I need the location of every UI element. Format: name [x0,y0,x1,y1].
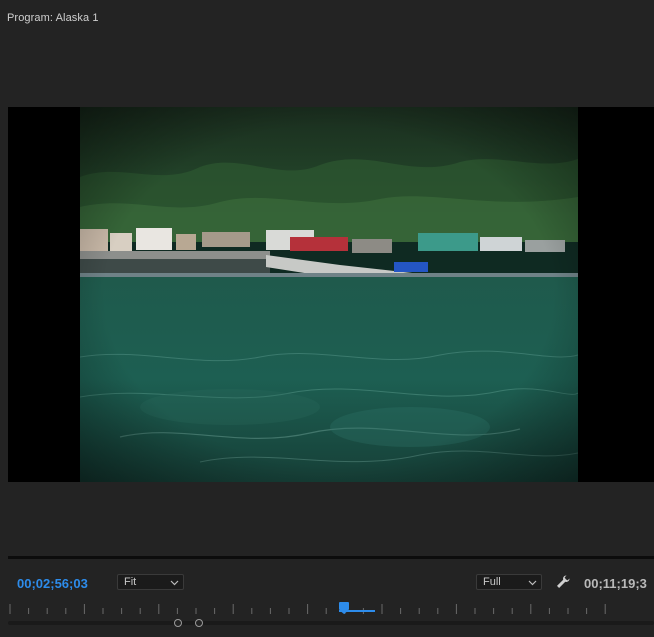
playback-resolution-value: Full [483,576,501,588]
current-timecode[interactable]: 00;02;56;03 [17,576,88,591]
program-viewer[interactable] [8,107,654,482]
zoom-level-value: Fit [124,576,137,588]
zoom-scrollbar[interactable] [8,619,654,627]
timeline-ruler[interactable] [8,600,654,618]
video-frame [80,107,578,482]
playback-resolution-dropdown[interactable]: Full [476,574,542,590]
playhead[interactable] [339,602,375,614]
duration-timecode[interactable]: 00;11;19;3 [584,576,654,591]
viewer-divider [8,556,654,559]
panel-title[interactable]: Program: Alaska 1 [7,12,99,24]
program-monitor-panel: Program: Alaska 1 00;02;56;03 Fit Full 0… [0,0,654,637]
chevron-down-icon [170,578,179,590]
scrollbar-handle-end[interactable] [195,619,203,627]
zoom-level-dropdown[interactable]: Fit [117,574,184,590]
chevron-down-icon [528,578,537,590]
scrollbar-track[interactable] [8,621,654,625]
scrollbar-handle-start[interactable] [174,619,182,627]
wrench-icon[interactable] [555,574,571,590]
ruler-ticks [9,604,606,614]
